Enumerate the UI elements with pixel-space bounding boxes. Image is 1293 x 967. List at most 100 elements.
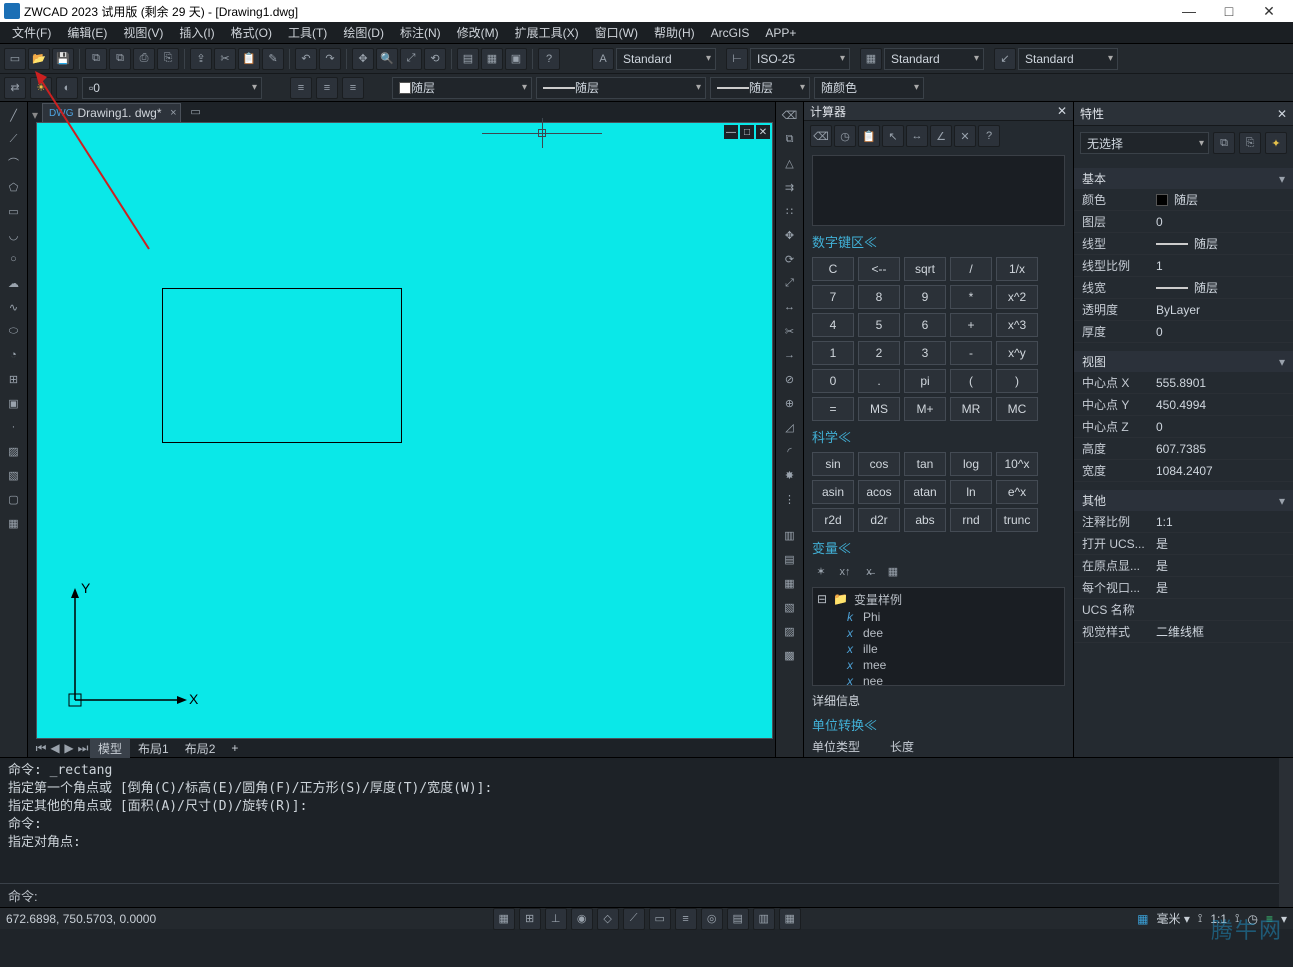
maximize-button[interactable]: □ [1209, 3, 1249, 19]
scrollbar[interactable] [1279, 758, 1293, 907]
calc-sci-trunc[interactable]: trunc [996, 508, 1038, 532]
prop-thk[interactable]: 0 [1146, 325, 1285, 339]
calc-key-+[interactable]: + [950, 313, 992, 337]
calc-sci-d2r[interactable]: d2r [858, 508, 900, 532]
color-select[interactable]: 随层 [392, 77, 532, 99]
undo-icon[interactable]: ↶ [295, 48, 317, 70]
trans-icon[interactable]: ▤ [727, 908, 749, 930]
tablestyle-select[interactable]: Standard [884, 48, 984, 70]
quicksel-icon[interactable]: ⧉ [1213, 132, 1235, 154]
menu-modify[interactable]: 修改(M) [449, 22, 507, 43]
calc-key-MC[interactable]: MC [996, 397, 1038, 421]
calc-close-icon[interactable]: ✕ [1057, 104, 1067, 118]
polar-icon[interactable]: ◉ [571, 908, 593, 930]
prop-color[interactable]: 随层 [1146, 191, 1285, 208]
tab-model[interactable]: 模型 [90, 739, 130, 758]
earc-icon[interactable]: ◔ [3, 344, 25, 366]
zoom-icon[interactable]: 🔍 [376, 48, 398, 70]
calc-key-2[interactable]: 2 [858, 341, 900, 365]
menu-edit[interactable]: 编辑(E) [59, 22, 115, 43]
var-calc-icon[interactable]: ▦ [884, 563, 902, 581]
textstyle-icon[interactable]: A [592, 48, 614, 70]
calc-key-=[interactable]: = [812, 397, 854, 421]
osnap-icon[interactable]: ◇ [597, 908, 619, 930]
tile2-icon[interactable]: ▤ [779, 548, 801, 570]
mirror-icon[interactable]: △ [779, 152, 801, 174]
tile1-icon[interactable]: ▥ [779, 524, 801, 546]
var-root[interactable]: 变量样例 [854, 591, 902, 608]
command-line[interactable]: 命令: [0, 883, 1279, 907]
textstyle-select[interactable]: Standard [616, 48, 716, 70]
calc-key-1[interactable]: 1 [812, 341, 854, 365]
calc-key-*[interactable]: * [950, 285, 992, 309]
preview-icon[interactable]: ⎘ [157, 48, 179, 70]
var-item[interactable]: dee [863, 626, 883, 640]
prop-layer[interactable]: 0 [1146, 215, 1285, 229]
insert-icon[interactable]: ⊞ [3, 368, 25, 390]
menu-draw[interactable]: 绘图(D) [335, 22, 392, 43]
chevron-down-icon[interactable]: ▾ [1279, 172, 1285, 186]
calc-clear-icon[interactable]: ⌫ [810, 125, 832, 147]
calc-key-x^y[interactable]: x^y [996, 341, 1038, 365]
break-icon[interactable]: ⊘ [779, 368, 801, 390]
scale-icon[interactable]: ⤢ [779, 272, 801, 294]
menu-window[interactable]: 窗口(W) [587, 22, 646, 43]
arc-icon[interactable]: ◡ [3, 224, 25, 246]
calc-sci-cos[interactable]: cos [858, 452, 900, 476]
dyn-icon[interactable]: ▭ [649, 908, 671, 930]
qp-icon[interactable]: ▦ [779, 908, 801, 930]
var-item[interactable]: Phi [863, 610, 880, 624]
close-button[interactable]: ✕ [1249, 3, 1289, 20]
cycle-icon[interactable]: ◎ [701, 908, 723, 930]
spline-icon[interactable]: ∿ [3, 296, 25, 318]
dimstyle-icon[interactable]: ⊢ [726, 48, 748, 70]
menu-view[interactable]: 视图(V) [115, 22, 171, 43]
sub-close-icon[interactable]: ✕ [756, 125, 770, 139]
calc-sci-asin[interactable]: asin [812, 480, 854, 504]
calc-angle-icon[interactable]: ∠ [930, 125, 952, 147]
chamfer-icon[interactable]: ◿ [779, 416, 801, 438]
prop-w[interactable]: 1084.2407 [1146, 464, 1285, 478]
chevron-down-icon[interactable]: ▾ [1279, 355, 1285, 369]
annoscale-display[interactable]: 1:1 [1210, 912, 1227, 926]
calc-key-6[interactable]: 6 [904, 313, 946, 337]
calc-intx-icon[interactable]: ✕ [954, 125, 976, 147]
calc-key-MS[interactable]: MS [858, 397, 900, 421]
calc-sci-acos[interactable]: acos [858, 480, 900, 504]
rect-icon[interactable]: ▭ [3, 200, 25, 222]
calc-sci-abs[interactable]: abs [904, 508, 946, 532]
prop-ucs2[interactable]: 是 [1146, 557, 1285, 574]
stretch-icon[interactable]: ↔ [779, 296, 801, 318]
fillet-icon[interactable]: ◜ [779, 440, 801, 462]
tab-layout1[interactable]: 布局1 [130, 739, 177, 758]
calc-key-([interactable]: ( [950, 369, 992, 393]
calc-key-x^2[interactable]: x^2 [996, 285, 1038, 309]
prop-ucs3[interactable]: 是 [1146, 579, 1285, 596]
sect-basic[interactable]: 基本 [1082, 170, 1106, 187]
calc-sci-sin[interactable]: sin [812, 452, 854, 476]
calc-key-9[interactable]: 9 [904, 285, 946, 309]
numpad-section[interactable]: 数字键区≪ [804, 230, 1073, 253]
unit-display[interactable]: 毫米 ▾ [1156, 910, 1189, 927]
point-icon[interactable]: · [3, 416, 25, 438]
offset-icon[interactable]: ⇉ [779, 176, 801, 198]
layout-first-icon[interactable]: ⏮ [34, 741, 48, 756]
calc-icon[interactable]: ▦ [481, 48, 503, 70]
iso-icon[interactable]: ≡ [1266, 912, 1273, 926]
expand-icon[interactable]: ▾ [1281, 912, 1287, 926]
selection-select[interactable]: 无选择 [1080, 132, 1209, 154]
prop-lscale[interactable]: 1 [1146, 259, 1285, 273]
var-new-icon[interactable]: ✶ [812, 563, 830, 581]
minimize-button[interactable]: — [1169, 3, 1209, 19]
ortho-icon[interactable]: ⊥ [545, 908, 567, 930]
sub-min-icon[interactable]: — [724, 125, 738, 139]
selsim-icon[interactable]: ⎘ [1239, 132, 1261, 154]
ucs-status-icon[interactable]: ⟟ [1198, 911, 1202, 926]
array-icon[interactable]: ∷ [779, 200, 801, 222]
menu-insert[interactable]: 插入(I) [171, 22, 222, 43]
otrack-icon[interactable]: ⟋ [623, 908, 645, 930]
calc-dist-icon[interactable]: ↔ [906, 125, 928, 147]
sci-section[interactable]: 科学≪ [804, 425, 1073, 448]
properties-icon[interactable]: ▤ [457, 48, 479, 70]
open-icon[interactable]: 📂 [28, 48, 50, 70]
